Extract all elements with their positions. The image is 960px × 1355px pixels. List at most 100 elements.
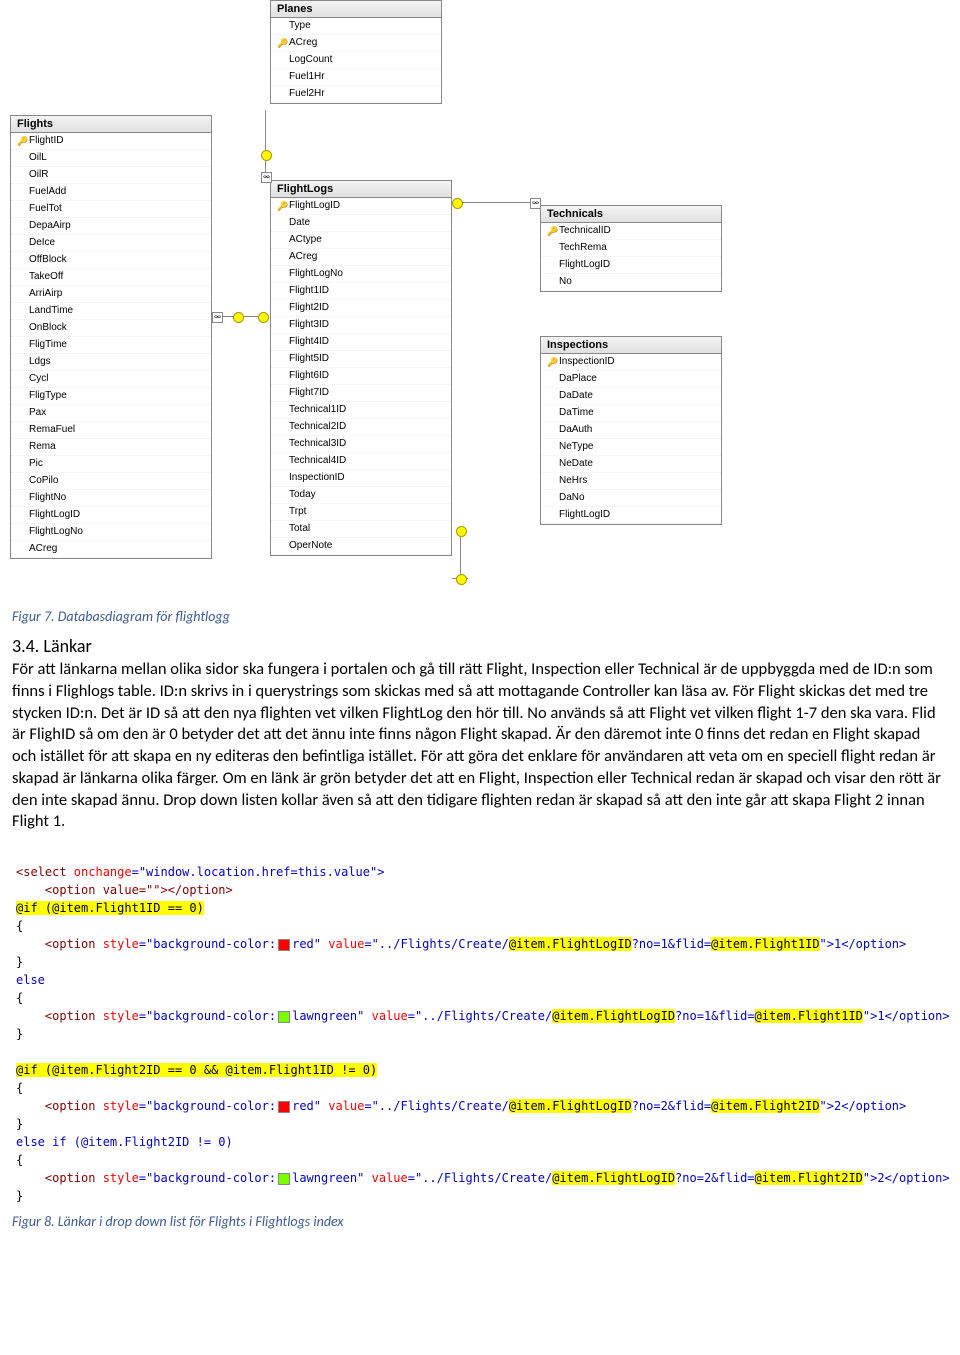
field-name: Total [289,522,310,536]
relation-many-icon: ∞ [261,172,272,183]
table-field: FlightLogID [11,507,211,524]
color-swatch-red-icon [278,939,290,951]
field-name: FlightNo [29,491,66,505]
field-name: FlightID [29,134,63,148]
table-field: OilR [11,167,211,184]
table-flightlogs: FlightLogs 🔑FlightLogIDDate ACtypeACreg Fl… [270,180,452,556]
field-name: Trpt [289,505,306,519]
table-field: Flight5ID [271,351,451,368]
field-name: Type [289,19,311,33]
field-name: Flight3ID [289,318,329,332]
field-name: OffBlock [29,253,67,267]
section-body-text: För att länkarna mellan olika sidor ska … [12,659,948,833]
field-name: DaAuth [559,423,592,437]
table-field: Rema [11,439,211,456]
table-field: FlightLogNo [11,524,211,541]
field-name: FlightLogID [559,508,610,522]
table-field: DepaAirp [11,218,211,235]
table-field: DaNo [541,490,721,507]
relation-key-icon [452,198,463,209]
table-field: ACtype [271,232,451,249]
table-field: Fuel2Hr [271,86,441,103]
color-swatch-green-icon [278,1011,290,1023]
table-field: FlightLogID [541,507,721,524]
field-name: Technical1ID [289,403,346,417]
table-field: Technical1ID [271,402,451,419]
figure-8-caption: Figur 8. Länkar i drop down list för Fli… [12,1213,960,1230]
key-icon: 🔑 [277,199,289,213]
table-field: TechRema [541,240,721,257]
key-icon: 🔑 [547,224,559,238]
field-name: FuelAdd [29,185,66,199]
table-title: Planes [271,1,441,18]
field-name: Rema [29,440,56,454]
field-name: Technical4ID [289,454,346,468]
table-field: LogCount [271,52,441,69]
field-name: FligType [29,389,67,403]
field-name: Fuel1Hr [289,70,325,84]
database-diagram: Planes Type🔑ACregLogCountFuel1HrFuel2Hr … [0,0,960,600]
field-name: No [559,275,572,289]
table-field: DaPlace [541,371,721,388]
field-name: DaTime [559,406,594,420]
table-field: Flight7ID [271,385,451,402]
field-name: Ldgs [29,355,51,369]
table-field: Date [271,215,451,232]
table-field: ACreg [11,541,211,558]
relation-many-icon: ∞ [530,198,541,209]
table-field: 🔑TechnicalID [541,223,721,240]
field-name: Date [289,216,310,230]
table-field: DaTime [541,405,721,422]
table-technicals: Technicals 🔑TechnicalIDTechRemaFlightLog… [540,205,722,292]
table-field: Type [271,18,441,35]
field-name: OilL [29,151,47,165]
field-name: TakeOff [29,270,63,284]
field-name: ACreg [289,36,317,50]
field-name: ACreg [289,250,317,264]
table-field: ArriAirp [11,286,211,303]
table-inspections: Inspections 🔑InspectionIDDaPlaceDaDateDa… [540,336,722,525]
section-heading: 3.4. Länkar [12,635,960,657]
table-planes: Planes Type🔑ACreg LogCountFuel1Hr Fuel2Hr [270,0,442,104]
table-field: NeType [541,439,721,456]
table-field: OilL [11,150,211,167]
connector [460,530,461,578]
field-name: Pic [29,457,43,471]
field-name: DaDate [559,389,593,403]
table-field: DeIce [11,235,211,252]
table-field: Pic [11,456,211,473]
field-name: Flight7ID [289,386,329,400]
table-field: LandTime [11,303,211,320]
table-field: FligTime [11,337,211,354]
field-name: TechnicalID [559,224,611,238]
field-name: OnBlock [29,321,67,335]
table-field: FlightLogNo [271,266,451,283]
table-field: FligType [11,388,211,405]
table-field: 🔑FlightLogID [271,198,451,215]
field-name: DepaAirp [29,219,71,233]
field-name: NeDate [559,457,593,471]
field-name: TechRema [559,241,607,255]
table-field: 🔑FlightID [11,133,211,150]
table-field: TakeOff [11,269,211,286]
key-icon: 🔑 [277,36,289,50]
table-field: Flight6ID [271,368,451,385]
field-name: FlightLogID [29,508,80,522]
field-name: Pax [29,406,46,420]
table-field: Cycl [11,371,211,388]
field-name: Today [289,488,316,502]
field-name: NeHrs [559,474,587,488]
table-field: Trpt [271,504,451,521]
table-field: RemaFuel [11,422,211,439]
field-name: Flight6ID [289,369,329,383]
field-name: OperNote [289,539,332,553]
relation-key-icon [456,574,467,585]
table-title: FlightLogs [271,181,451,198]
field-name: Technical2ID [289,420,346,434]
field-name: FuelTot [29,202,62,216]
field-name: LandTime [29,304,73,318]
table-field: Total [271,521,451,538]
field-name: FlightLogNo [289,267,343,281]
table-title: Flights [11,116,211,133]
table-title: Inspections [541,337,721,354]
